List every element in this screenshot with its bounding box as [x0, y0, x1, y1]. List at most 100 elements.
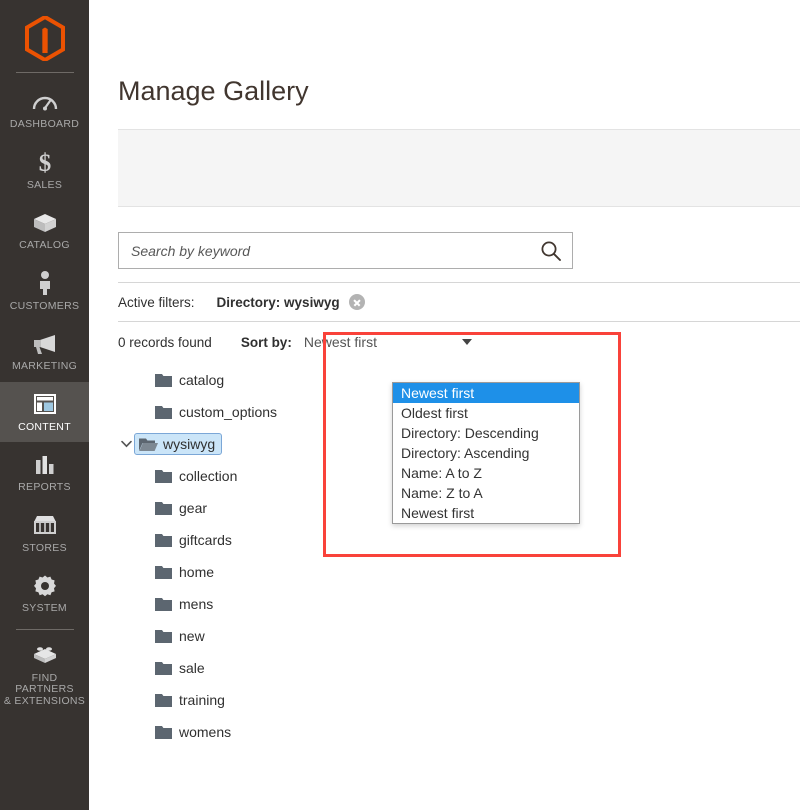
tree-node-label: catalog — [179, 372, 225, 388]
tree-node-content: sale — [150, 657, 212, 679]
sidebar-item-label: Catalog — [19, 239, 70, 251]
tree-node-content: wysiwyg — [134, 433, 223, 455]
sidebar-item-sales[interactable]: $ Sales — [0, 140, 89, 201]
sidebar-item-content[interactable]: Content — [0, 381, 89, 442]
tree-node-label: wysiwyg — [163, 436, 216, 452]
dashboard-icon — [32, 88, 58, 115]
search-icon[interactable] — [540, 240, 562, 262]
filter-chip-directory: Directory: wysiwyg — [217, 294, 365, 310]
tree-node-womens[interactable]: womens — [118, 716, 800, 748]
tree-node-label: giftcards — [179, 532, 232, 548]
close-circle-icon[interactable] — [348, 294, 365, 310]
person-icon — [36, 270, 54, 297]
folder-closed-icon — [155, 501, 172, 515]
sidebar-logo-divider — [15, 72, 74, 73]
tree-node-content: home — [150, 561, 221, 583]
sidebar-item-find-partners-extensions[interactable]: Find Partners & Extensions — [0, 633, 89, 717]
svg-text:$: $ — [38, 150, 51, 175]
tree-node-label: mens — [179, 596, 214, 612]
tree-node-content: giftcards — [150, 529, 239, 551]
tree-node-label: collection — [179, 468, 238, 484]
tree-node-label: training — [179, 692, 225, 708]
gear-icon — [33, 572, 57, 599]
sidebar-item-label: Marketing — [11, 360, 78, 372]
sort-by-select[interactable]: Newest first — [303, 330, 472, 354]
sidebar-item-label: Stores — [22, 541, 67, 554]
sort-option-newest-first-duplicate[interactable]: Newest first — [393, 503, 579, 523]
sidebar-item-label-line1: Find Partners — [15, 671, 74, 695]
sidebar-item-label-line2: & Extensions — [3, 694, 86, 707]
folder-closed-icon — [155, 565, 172, 579]
box-icon — [32, 209, 58, 236]
folder-closed-icon — [155, 373, 172, 387]
records-found-count: 0 records found — [118, 334, 212, 350]
folder-closed-icon — [155, 661, 172, 675]
tree-node-giftcards[interactable]: giftcards — [118, 524, 800, 556]
layout-icon — [33, 391, 57, 418]
folder-closed-icon — [155, 469, 172, 483]
filter-chip-label: Directory: wysiwyg — [216, 294, 340, 310]
sidebar-item-stores[interactable]: Stores — [0, 503, 89, 564]
search-row — [118, 232, 800, 269]
tree-node-content: womens — [150, 721, 238, 743]
sidebar-item-reports[interactable]: Reports — [0, 442, 89, 503]
active-filters-row: Active filters: Directory: wysiwyg — [118, 283, 800, 321]
chevron-down-icon[interactable] — [118, 440, 134, 448]
sort-option-name-z-to-a[interactable]: Name: Z to A — [393, 483, 579, 503]
folder-open-icon — [139, 437, 158, 451]
grid-header-row: 0 records found Sort by: Newest first — [118, 322, 800, 362]
sort-by-selected-value: Newest first — [303, 334, 377, 350]
tree-node-content: training — [150, 689, 232, 711]
tree-node-content: new — [150, 625, 212, 647]
tree-node-label: womens — [179, 724, 232, 740]
bar-chart-icon — [33, 451, 57, 478]
tree-node-label: sale — [179, 660, 205, 676]
sidebar-item-label: Sales — [26, 178, 63, 191]
sort-option-directory-descending[interactable]: Directory: Descending — [393, 423, 579, 443]
chevron-down-icon — [461, 339, 472, 345]
folder-closed-icon — [155, 597, 172, 611]
sort-by-dropdown-list[interactable]: Newest first Oldest first Directory: Des… — [392, 382, 580, 524]
sidebar-item-marketing[interactable]: Marketing — [0, 321, 89, 382]
search-box[interactable] — [118, 232, 573, 269]
folder-closed-icon — [155, 405, 172, 419]
tree-node-training[interactable]: training — [118, 684, 800, 716]
sidebar-item-dashboard[interactable]: Dashboard — [0, 79, 89, 140]
search-input[interactable] — [131, 242, 540, 259]
sidebar-item-catalog[interactable]: Catalog — [0, 200, 89, 261]
megaphone-icon — [32, 330, 58, 357]
sidebar-item-label: Reports — [18, 481, 71, 493]
tree-node-label: gear — [179, 500, 208, 516]
sidebar-item-label: System — [22, 602, 67, 614]
sort-option-oldest-first[interactable]: Oldest first — [393, 403, 579, 423]
tree-node-content: gear — [150, 497, 214, 519]
tree-node-mens[interactable]: mens — [118, 588, 800, 620]
sidebar-item-label: Content — [18, 420, 71, 433]
sort-control-group: Sort by: Newest first — [241, 330, 472, 354]
magento-logo-icon — [24, 15, 65, 61]
admin-sidebar: Dashboard $ Sales Catalog — [0, 0, 89, 810]
dollar-icon: $ — [35, 149, 55, 176]
sort-option-name-a-to-z[interactable]: Name: A to Z — [393, 463, 579, 483]
page-actions-toolbar — [118, 129, 800, 207]
magento-logo[interactable] — [0, 10, 89, 66]
sort-option-directory-ascending[interactable]: Directory: Ascending — [393, 443, 579, 463]
tree-node-content: mens — [150, 593, 220, 615]
main-content: Manage Gallery Active filters: Directory… — [89, 0, 800, 810]
sidebar-bottom-divider — [15, 628, 74, 630]
sidebar-item-customers[interactable]: Customers — [0, 261, 89, 322]
storefront-icon — [32, 512, 58, 539]
sidebar-item-label: Customers — [9, 299, 80, 312]
folder-closed-icon — [155, 629, 172, 643]
folder-closed-icon — [155, 533, 172, 547]
sort-option-newest-first[interactable]: Newest first — [393, 383, 579, 403]
tree-node-new[interactable]: new — [118, 620, 800, 652]
tree-node-label: custom_options — [179, 404, 278, 420]
sidebar-item-system[interactable]: System — [0, 563, 89, 624]
tree-node-sale[interactable]: sale — [118, 652, 800, 684]
page-title: Manage Gallery — [118, 76, 309, 106]
magento-admin-page: Dashboard $ Sales Catalog — [0, 0, 800, 810]
folder-closed-icon — [155, 693, 172, 707]
lego-brick-icon — [32, 642, 58, 669]
tree-node-home[interactable]: home — [118, 556, 800, 588]
